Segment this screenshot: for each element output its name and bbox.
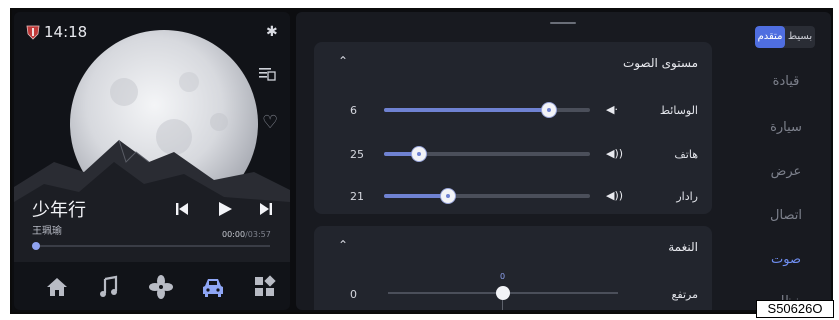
radar-volume-value: 21 (350, 190, 364, 203)
next-track-icon[interactable] (258, 200, 274, 218)
slider-thumb[interactable] (441, 189, 455, 203)
volume-card-title: مستوى الصوت (622, 56, 698, 70)
treble-scale-zero: 0 (500, 272, 506, 281)
duration-time: 03:57 (247, 230, 271, 239)
treble-label: مرتفع (671, 288, 698, 301)
media-volume-slider[interactable] (384, 103, 590, 117)
artist-name: 王珮瑜 (32, 226, 62, 237)
treble-value: 0 (350, 288, 357, 301)
radar-volume-slider[interactable] (384, 189, 590, 203)
track-time: 00:00/03:57 (222, 230, 271, 239)
song-title: 少年行 (32, 200, 86, 221)
center-tick (502, 300, 503, 310)
mode-advanced[interactable]: متقدم (755, 26, 785, 48)
progress-knob[interactable] (32, 242, 40, 250)
sidebar-item-driving[interactable]: قيادة (751, 74, 821, 89)
fan-climate-icon[interactable] (148, 274, 174, 300)
speaker-high-icon: ◀)) (606, 189, 624, 202)
music-icon[interactable] (96, 274, 122, 300)
bluetooth-icon: ✱ (266, 24, 278, 40)
collapse-chevron-icon[interactable]: ⌃ (338, 54, 348, 68)
settings-sidebar: متقدم بسيط قيادة سيارة عرض اتصال صوت نظا… (747, 12, 827, 310)
speaker-low-icon: ◀· (606, 103, 618, 116)
previous-track-icon[interactable] (174, 200, 190, 218)
play-icon[interactable] (216, 200, 234, 218)
volume-card: ⌃ مستوى الصوت 6 ◀· الوسائط 25 ◀)) هاتف 2… (314, 42, 712, 214)
slider-thumb[interactable] (542, 103, 556, 117)
infotainment-screen: 14:18 ✱ ♡ 少年行 王珮瑜 00:00/03:57 ⌃ مستوى ال… (10, 8, 833, 314)
playback-progress-bar[interactable] (32, 242, 270, 250)
phone-volume-value: 25 (350, 148, 364, 161)
favorite-heart-icon[interactable]: ♡ (262, 112, 278, 133)
apps-grid-icon[interactable] (252, 274, 278, 300)
phone-volume-slider[interactable] (384, 147, 590, 161)
collapse-chevron-icon[interactable]: ⌃ (338, 238, 348, 252)
treble-slider[interactable] (388, 286, 618, 310)
bottom-dock (14, 264, 290, 310)
slider-fill (384, 108, 549, 112)
playlist-icon[interactable] (258, 66, 276, 82)
phone-volume-label: هاتف (674, 148, 698, 161)
sidebar-item-connection[interactable]: اتصال (751, 208, 821, 223)
sidebar-item-display[interactable]: عرض (751, 164, 821, 179)
sidebar-item-sound[interactable]: صوت (751, 252, 821, 267)
sidebar-item-vehicle[interactable]: سيارة (751, 120, 821, 135)
tone-card-title: النغمة (668, 240, 698, 254)
tone-card: ⌃ النغمة 0 0 مرتفع (314, 226, 712, 310)
media-volume-value: 6 (350, 104, 357, 117)
home-icon[interactable] (44, 274, 70, 300)
mode-simple[interactable]: بسيط (785, 26, 815, 48)
drag-handle[interactable] (550, 22, 576, 24)
radar-volume-label: رادار (676, 190, 698, 203)
settings-panel: ⌃ مستوى الصوت 6 ◀· الوسائط 25 ◀)) هاتف 2… (296, 12, 831, 310)
media-volume-label: الوسائط (659, 104, 698, 117)
figure-frame: 14:18 ✱ ♡ 少年行 王珮瑜 00:00/03:57 ⌃ مستوى ال… (0, 0, 839, 320)
slider-thumb[interactable] (496, 286, 510, 300)
slider-fill (384, 194, 448, 198)
brand-logo-icon (26, 25, 40, 40)
slider-thumb[interactable] (412, 147, 426, 161)
mode-toggle[interactable]: متقدم بسيط (755, 26, 815, 48)
elapsed-time: 00:00 (222, 230, 246, 239)
clock-time: 14:18 (44, 23, 88, 41)
figure-code-label: S50626O (756, 300, 834, 318)
media-panel: 14:18 ✱ ♡ 少年行 王珮瑜 00:00/03:57 (14, 12, 290, 310)
speaker-high-icon: ◀)) (606, 147, 624, 160)
vehicle-icon[interactable] (200, 274, 226, 300)
